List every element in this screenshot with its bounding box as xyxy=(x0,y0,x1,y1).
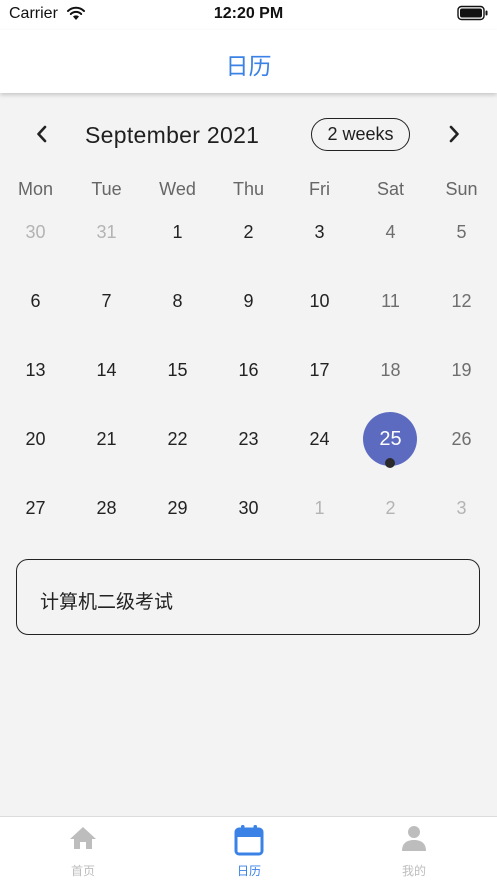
bottom-tab-bar: 首页 日历 我的 xyxy=(0,816,497,884)
calendar-icon xyxy=(234,825,264,856)
calendar-day[interactable]: 12 xyxy=(426,276,497,344)
weekday-label: Tue xyxy=(91,179,122,199)
person-icon xyxy=(402,826,426,851)
event-marker-dot xyxy=(385,458,395,468)
nav-bar: 日历 xyxy=(0,30,497,93)
chevron-left-icon xyxy=(37,125,47,143)
calendar-day[interactable]: 3 xyxy=(284,207,355,275)
calendar-day[interactable]: 5 xyxy=(426,207,497,275)
calendar-day[interactable]: 17 xyxy=(284,345,355,413)
calendar-day[interactable]: 20 xyxy=(0,414,71,482)
calendar-day[interactable]: 15 xyxy=(142,345,213,413)
chevron-right-icon xyxy=(449,125,459,143)
calendar-day[interactable]: 7 xyxy=(71,276,142,344)
event-title: 计算机二级考试 xyxy=(40,591,174,613)
calendar-day-selected[interactable]: 25 xyxy=(355,414,426,482)
calendar-day[interactable]: 9 xyxy=(213,276,284,344)
calendar-day[interactable]: 13 xyxy=(0,345,71,413)
weekday-label: Mon xyxy=(17,179,53,199)
calendar-day[interactable]: 28 xyxy=(71,483,142,551)
calendar-day[interactable]: 31 xyxy=(71,207,142,275)
calendar-day[interactable]: 10 xyxy=(284,276,355,344)
calendar-day[interactable]: 23 xyxy=(213,414,284,482)
calendar-day[interactable]: 21 xyxy=(71,414,142,482)
calendar-day[interactable]: 24 xyxy=(284,414,355,482)
clock-time: 12:20 PM xyxy=(213,5,284,22)
home-icon xyxy=(70,827,96,849)
calendar-day[interactable]: 2 xyxy=(213,207,284,275)
calendar-format-button[interactable]: 2 weeks xyxy=(311,118,410,151)
weekday-label: Wed xyxy=(159,179,196,199)
tab-profile[interactable]: 我的 xyxy=(331,817,497,884)
weekday-label: Sun xyxy=(445,179,478,199)
tab-home-label: 首页 xyxy=(70,864,95,878)
calendar-day[interactable]: 2 xyxy=(355,483,426,551)
calendar-day[interactable]: 29 xyxy=(142,483,213,551)
tab-home[interactable]: 首页 xyxy=(0,817,166,884)
event-list-item[interactable]: 计算机二级考试 xyxy=(16,559,480,635)
weekday-label: Thu xyxy=(232,179,265,199)
previous-month-button[interactable] xyxy=(30,122,54,146)
calendar-day[interactable]: 18 xyxy=(355,345,426,413)
weekday-label: Fri xyxy=(309,179,330,199)
tab-profile-label: 我的 xyxy=(401,864,426,878)
calendar-day[interactable]: 22 xyxy=(142,414,213,482)
calendar-day[interactable]: 4 xyxy=(355,207,426,275)
calendar-day[interactable]: 11 xyxy=(355,276,426,344)
calendar-day[interactable]: 3 xyxy=(426,483,497,551)
calendar-day[interactable]: 8 xyxy=(142,276,213,344)
calendar-day[interactable]: 30 xyxy=(0,207,71,275)
weekday-label: Sat xyxy=(376,179,405,199)
calendar-day[interactable]: 19 xyxy=(426,345,497,413)
calendar-day[interactable]: 1 xyxy=(142,207,213,275)
month-title: September 2021 xyxy=(85,122,260,148)
tab-calendar-label: 日历 xyxy=(236,864,261,878)
calendar-day[interactable]: 6 xyxy=(0,276,71,344)
calendar-day[interactable]: 1 xyxy=(284,483,355,551)
calendar-day[interactable]: 26 xyxy=(426,414,497,482)
next-month-button[interactable] xyxy=(442,122,466,146)
page-title: 日历 xyxy=(225,53,272,79)
battery-icon xyxy=(457,5,489,26)
calendar-day[interactable]: 30 xyxy=(213,483,284,551)
status-bar: Carrier 12:20 PM xyxy=(0,0,497,30)
calendar-day[interactable]: 14 xyxy=(71,345,142,413)
calendar-day[interactable]: 27 xyxy=(0,483,71,551)
calendar-day[interactable]: 16 xyxy=(213,345,284,413)
calendar-header: September 2021 2 weeks xyxy=(0,110,497,162)
tab-calendar[interactable]: 日历 xyxy=(166,817,332,884)
